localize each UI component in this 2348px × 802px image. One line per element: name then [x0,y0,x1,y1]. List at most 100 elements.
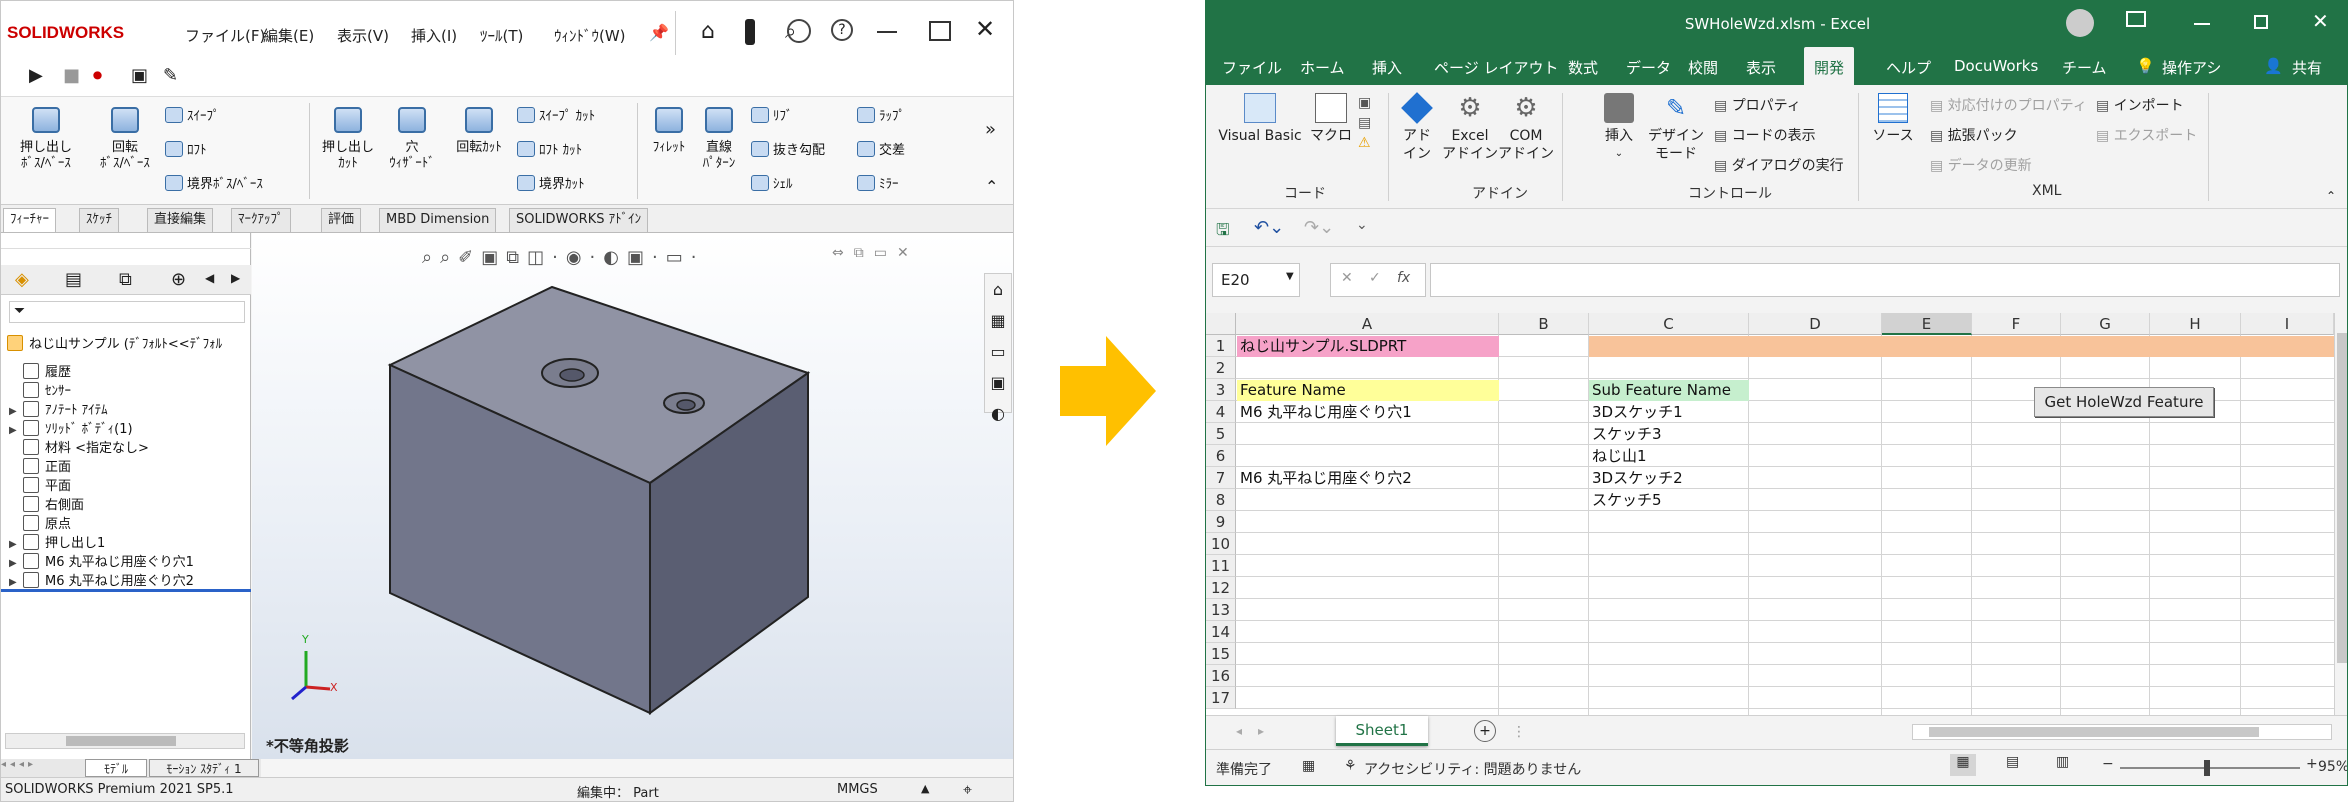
boundary-boss-button[interactable]: 境界ﾎﾞｽ/ﾍﾞｰｽ [165,173,263,192]
row-header[interactable]: 13 [1206,599,1236,621]
source-button[interactable]: ソース [1868,93,1918,145]
user-icon[interactable] [787,19,811,43]
tab-markup[interactable]: ﾏｰｸｱｯﾌﾟ [231,208,291,232]
edit-macro-icon[interactable]: ✎ [163,65,178,86]
insert-function-icon[interactable]: fx [1397,270,1410,286]
row-header[interactable]: 5 [1206,423,1236,445]
design-mode-button[interactable]: ✎ デザイン モード [1646,93,1706,163]
accessibility-status[interactable]: アクセシビリティ: 問題ありません [1364,759,1581,779]
row-header[interactable]: 16 [1206,665,1236,687]
help-icon[interactable]: ? [831,19,853,41]
extrude-cut-button[interactable]: 押し出し ｶｯﾄ [313,107,383,172]
properties-button[interactable]: ▤ プロパティ [1714,95,1801,115]
zoom-out-icon[interactable]: − [2102,756,2114,772]
zoom-level[interactable]: 95% [2318,759,2347,775]
import-button[interactable]: ▤ インポート [2096,95,2184,115]
tree-item[interactable]: 履歴 [9,361,71,380]
macro-record-icon[interactable]: ▦ [1302,758,1315,774]
cell-a7[interactable]: M6 丸平ねじ用座ぐり穴2 [1238,467,1412,489]
configuration-manager-tab-icon[interactable]: ⧉ [119,269,132,290]
tree-item[interactable]: ▶ ｿﾘｯﾄﾞ ﾎﾞﾃﾞｨ(1) [9,418,133,437]
filter-input[interactable]: ⏷ [9,301,245,323]
tree-item[interactable]: ▶ 押し出し1 [9,532,105,551]
tab-evaluate[interactable]: 評価 [321,208,362,232]
tab-mbd-dimension[interactable]: MBD Dimension [379,208,497,232]
loft-button[interactable]: ﾛﾌﾄ [165,139,207,158]
cell-c5[interactable]: スケッチ3 [1590,423,1662,445]
property-manager-tab-icon[interactable]: ▤ [65,269,82,290]
excel-addins-button[interactable]: ⚙ Excel アドイン [1442,93,1498,163]
tab-home[interactable]: ホーム [1300,57,1345,78]
revolve-boss-button[interactable]: 回転 ﾎﾞｽ/ﾍﾞｰｽ [85,107,165,172]
close-button[interactable]: ✕ [2312,9,2329,33]
tab-sketch[interactable]: ｽｹｯﾁ [79,208,119,232]
revolve-cut-button[interactable]: 回転ｶｯﾄ [447,107,511,156]
expand-arrow-icon[interactable]: ▶ [9,406,23,417]
accessibility-icon[interactable]: ⚘ [1344,758,1357,774]
record-macro-icon[interactable]: ⏺ [93,65,102,86]
menu-file[interactable]: ファイル(F) [185,25,265,46]
tab-formulas[interactable]: 数式 [1568,57,1598,78]
expand-arrow-icon[interactable]: ▶ [9,577,23,588]
part-model[interactable] [252,233,1012,759]
home-icon[interactable]: ⌂ [701,19,715,44]
sweep-cut-button[interactable]: ｽｲｰﾌﾟ ｶｯﾄ [517,105,595,124]
tree-item[interactable]: 平面 [9,475,71,494]
row-header[interactable]: 4 [1206,401,1236,423]
row-header[interactable]: 3 [1206,379,1236,401]
stop-macro-icon[interactable]: ■ [63,65,80,86]
expand-arrow-icon[interactable]: ▶ [9,539,23,550]
tab-motion-study[interactable]: ﾓｰｼｮﾝ ｽﾀﾃﾞｨ 1 [149,759,259,777]
sheet-scroll-icons[interactable]: ◂▸ [1236,724,1280,738]
row-header[interactable]: 14 [1206,621,1236,643]
tab-insert[interactable]: 挿入 [1372,57,1402,78]
cell-c3[interactable]: Sub Feature Name [1590,379,1731,401]
run-dialog-button[interactable]: ▤ ダイアログの実行 [1714,155,1844,175]
tab-solidworks-addins[interactable]: SOLIDWORKS ｱﾄﾞｲﾝ [509,208,649,232]
tab-file[interactable]: ファイル [1222,57,1282,78]
column-header[interactable]: C [1589,313,1749,335]
minimize-button[interactable] [2194,23,2210,25]
row-header[interactable]: 8 [1206,489,1236,511]
linear-pattern-button[interactable]: 直線 ﾊﾟﾀｰﾝ [691,107,747,172]
units-dropdown-icon[interactable]: ▲ [921,782,929,795]
lightbulb-icon[interactable]: 💡 [2136,57,2155,75]
rib-button[interactable]: ﾘﾌﾞ [751,105,793,124]
shell-button[interactable]: ｼｪﾙ [751,173,793,192]
minimize-button[interactable] [877,31,897,33]
formula-input[interactable] [1430,263,2340,297]
map-properties-button[interactable]: ▤ 対応付けのプロパティ [1930,95,2087,115]
menu-tools[interactable]: ﾂｰﾙ(T) [480,25,523,46]
undo-icon[interactable]: ↶⌄ [1254,217,1284,238]
row-header[interactable]: 9 [1206,511,1236,533]
panel-splitter[interactable] [1,239,251,249]
name-box-dropdown-icon[interactable]: ▼ [1286,271,1294,282]
tree-item[interactable]: 右側面 [9,494,84,513]
rollback-bar[interactable] [1,589,251,592]
row-header[interactable]: 10 [1206,533,1236,555]
cancel-icon[interactable]: ✕ [1341,270,1353,286]
collapse-ribbon-icon[interactable]: ⌃ [985,177,998,196]
traffic-light-icon[interactable] [745,19,755,45]
loft-cut-button[interactable]: ﾛﾌﾄ ｶｯﾄ [517,139,582,158]
tab-model[interactable]: ﾓﾃﾞﾙ [85,759,147,777]
mirror-button[interactable]: ﾐﾗｰ [857,173,899,192]
cell-a3[interactable]: Feature Name [1238,379,1346,401]
maximize-button[interactable] [929,21,951,41]
draft-button[interactable]: 抜き勾配 [751,139,825,158]
tab-help[interactable]: ヘルプ [1886,57,1931,78]
tab-split-handle[interactable]: ⋮ [1512,724,1526,740]
column-header[interactable]: D [1749,313,1882,335]
tree-item[interactable]: ▶ M6 丸平ねじ用座ぐり穴2 [9,570,194,589]
column-header[interactable]: G [2061,313,2150,335]
horizontal-scrollbar[interactable] [5,733,245,749]
get-holewzd-feature-button[interactable]: Get HoleWzd Feature [2034,387,2214,417]
column-header[interactable]: B [1499,313,1589,335]
expansion-packs-button[interactable]: ▤ 拡張パック [1930,125,2018,145]
tab-data[interactable]: データ [1626,57,1671,78]
column-header[interactable]: A [1236,313,1499,335]
cell-c7[interactable]: 3Dスケッチ2 [1590,467,1683,489]
hole-wizard-button[interactable]: 穴 ｳｨｻﾞｰﾄﾞ [379,107,445,172]
zoom-slider[interactable] [2120,760,2300,776]
tab-review[interactable]: 校閲 [1688,57,1718,78]
